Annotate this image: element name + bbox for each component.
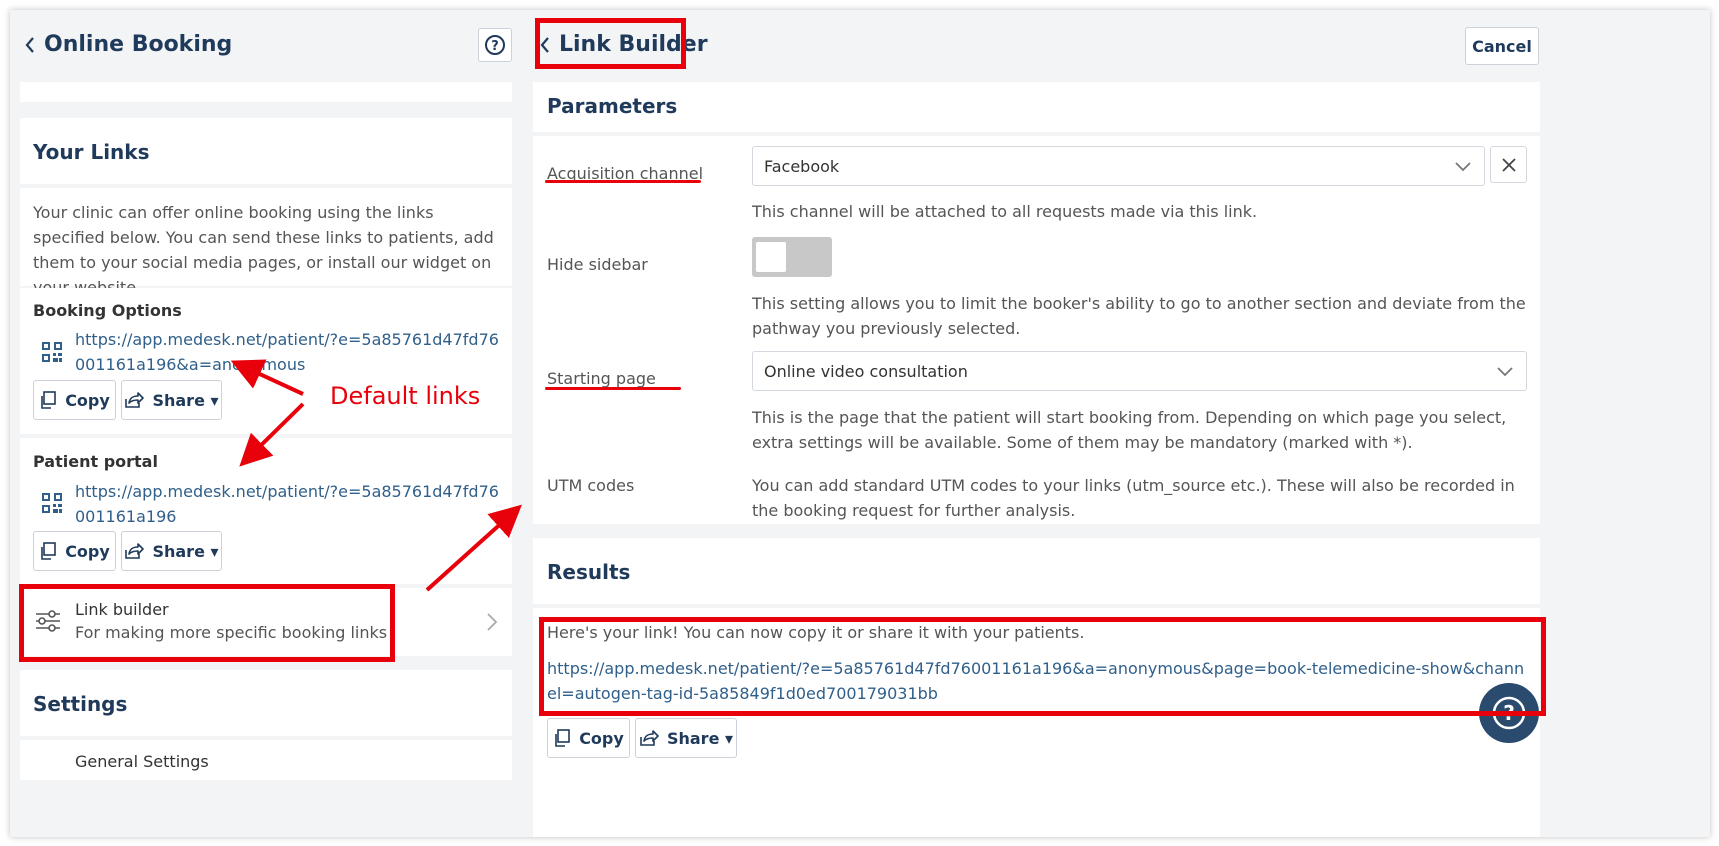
arrow-to-booking-link <box>230 359 304 396</box>
arrow-to-link-builder <box>425 504 522 592</box>
arrow-to-portal-link <box>239 402 305 467</box>
annotation-arrows <box>230 359 522 592</box>
